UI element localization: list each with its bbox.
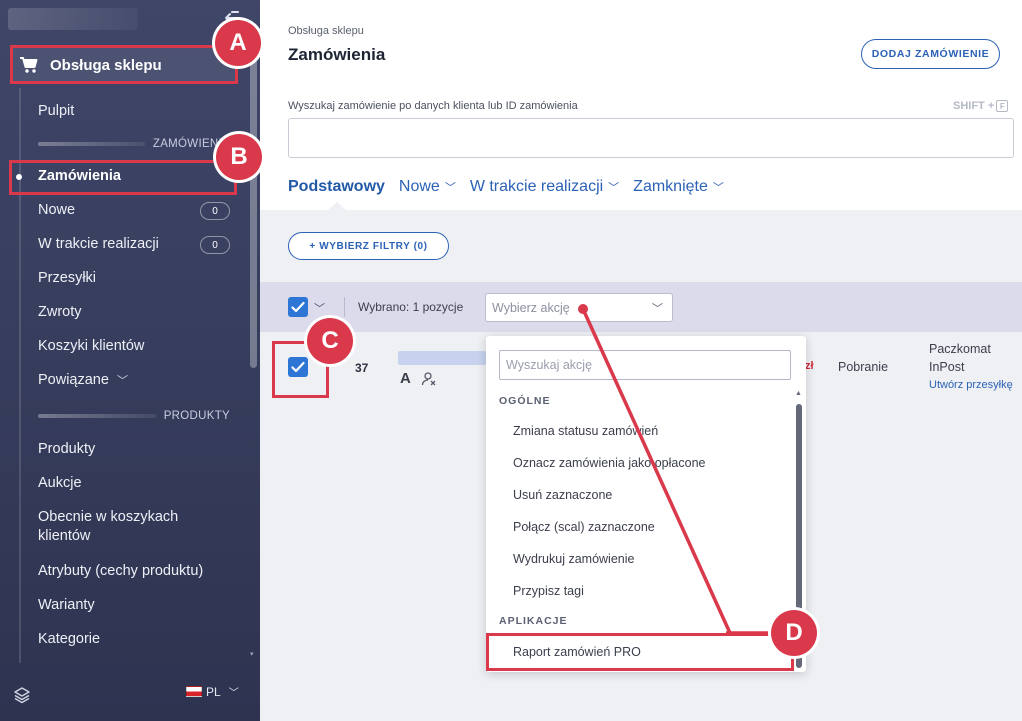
action-dropdown-menu: Wyszukaj akcję ▲ ▼ OGÓLNE Zmiana statusu…: [486, 336, 806, 672]
menu-item-print-order[interactable]: Wydrukuj zamówienie: [513, 552, 634, 566]
order-search-input[interactable]: [288, 118, 1014, 158]
sidebar-item-pulpit[interactable]: Pulpit: [38, 103, 74, 119]
sidebar-item-returns[interactable]: Zwroty: [38, 304, 82, 320]
menu-item-delete-selected[interactable]: Usuń zaznaczone: [513, 488, 612, 502]
order-tabs: Podstawowy Nowe ﹀ W trakcie realizacji ﹀ Z…: [288, 175, 738, 199]
action-select[interactable]: Wybierz akcję ﹀: [485, 293, 673, 322]
group-label-general: OGÓLNE: [499, 395, 551, 407]
chevron-down-icon: ﹀: [444, 182, 456, 194]
chevron-down-icon: ﹀: [116, 375, 128, 387]
search-label: Wyszukaj zamówienie po danych klienta lu…: [288, 100, 578, 112]
annotation-marker-d: D: [771, 610, 817, 656]
row-checkbox[interactable]: [288, 357, 308, 377]
active-tab-pointer: [328, 202, 346, 210]
annotation-marker-a: A: [215, 20, 261, 66]
selected-count: Wybrano: 1 pozycje: [358, 300, 464, 314]
sidebar-item-shop-service[interactable]: Obsługa sklepu: [10, 46, 238, 84]
sidebar-item-attributes[interactable]: Atrybuty (cechy produktu): [38, 563, 203, 579]
breadcrumb[interactable]: Obsługa sklepu: [288, 25, 364, 37]
main-content: Obsługa sklepu Zamówienia DODAJ ZAMÓWIEN…: [260, 0, 1022, 721]
sidebar-item-current-carts[interactable]: Obecnie w koszykach klientów: [38, 509, 178, 544]
divider: [344, 297, 345, 317]
chevron-down-icon: ﹀: [608, 182, 620, 194]
action-search-input[interactable]: Wyszukaj akcję: [499, 350, 791, 380]
sidebar-section-orders: ZAMÓWIENIA: [38, 137, 230, 151]
bulk-actions-bar: ﹀ Wybrano: 1 pozycje Wybierz akcję ﹀: [260, 282, 1022, 332]
sidebar-item-variants[interactable]: Warianty: [38, 597, 95, 613]
sidebar-item-in-progress[interactable]: W trakcie realizacji: [38, 236, 159, 252]
menu-item-merge-selected[interactable]: Połącz (scal) zaznaczone: [513, 520, 655, 534]
poland-flag-icon: [186, 686, 202, 697]
annotation-marker-c: C: [307, 318, 353, 364]
layers-icon[interactable]: [13, 686, 31, 704]
store-logo-blurred: [8, 8, 138, 30]
active-dot: [16, 174, 22, 180]
sidebar: Obsługa sklepu ▾ Pulpit ZAMÓWIENIA Zamów…: [0, 0, 260, 721]
sidebar-item-categories[interactable]: Kategorie: [38, 631, 100, 647]
annotation-marker-b: B: [216, 134, 262, 180]
menu-item-assign-tags[interactable]: Przypisz tagi: [513, 584, 584, 598]
sidebar-item-orders[interactable]: Zamówienia: [38, 168, 121, 184]
tab-closed[interactable]: Zamknięte ﹀: [633, 178, 724, 196]
order-number[interactable]: 37: [355, 361, 368, 375]
sidebar-section-products: PRODUKTY: [38, 409, 230, 423]
payment-method: Pobranie: [838, 360, 889, 374]
page-title: Zamówienia: [288, 45, 386, 64]
search-shortcut-hint: SHIFT + F: [953, 100, 1009, 112]
scroll-down-arrow-icon[interactable]: ▼: [795, 656, 802, 663]
sidebar-item-carts[interactable]: Koszyki klientów: [38, 338, 144, 354]
checkmark-icon: [291, 301, 305, 313]
scroll-down-arrow-icon[interactable]: ▾: [250, 650, 257, 658]
scroll-up-arrow-icon[interactable]: ▲: [795, 390, 802, 397]
select-options-chevron-icon[interactable]: ﹀: [314, 300, 325, 316]
sidebar-item-shipments[interactable]: Przesyłki: [38, 270, 96, 286]
tab-new[interactable]: Nowe ﹀: [399, 178, 456, 196]
chevron-down-icon: ﹀: [228, 688, 239, 699]
sidebar-item-related[interactable]: Powiązane ﹀: [38, 372, 128, 388]
tab-basic[interactable]: Podstawowy: [288, 178, 385, 196]
cart-icon: [18, 55, 40, 75]
customer-name-blurred: [398, 351, 486, 365]
tab-in-progress[interactable]: W trakcie realizacji ﹀: [470, 178, 619, 196]
order-source-badge: A: [400, 370, 411, 387]
menu-item-mark-paid[interactable]: Oznacz zamówienia jako opłacone: [513, 456, 705, 470]
shipping-carrier: InPost: [929, 360, 965, 374]
chevron-down-icon: ﹀: [652, 303, 663, 315]
menu-item-orders-report-pro[interactable]: Raport zamówień PRO: [513, 645, 641, 659]
keyboard-key-icon: F: [996, 100, 1009, 112]
order-price: zł: [805, 360, 814, 372]
in-progress-count-badge: 0: [200, 236, 230, 254]
checkmark-icon: [291, 361, 305, 373]
sidebar-scrollbar[interactable]: [250, 40, 257, 368]
guest-user-icon: [421, 371, 437, 387]
sidebar-item-new[interactable]: Nowe: [38, 202, 75, 218]
select-all-checkbox[interactable]: [288, 297, 308, 317]
sidebar-footer: PL ﹀: [0, 672, 260, 721]
shipping-method: Paczkomat: [929, 342, 991, 356]
sidebar-item-auctions[interactable]: Aukcje: [38, 475, 82, 491]
sidebar-item-products[interactable]: Produkty: [38, 441, 95, 457]
header-panel: Obsługa sklepu Zamówienia DODAJ ZAMÓWIEN…: [260, 0, 1022, 210]
chevron-down-icon: ﹀: [712, 182, 724, 194]
new-count-badge: 0: [200, 202, 230, 220]
group-label-apps: APLIKACJE: [499, 615, 568, 627]
create-shipment-link[interactable]: Utwórz przesyłkę: [929, 379, 1013, 391]
choose-filters-button[interactable]: + WYBIERZ FILTRY (0): [288, 232, 449, 260]
add-order-button[interactable]: DODAJ ZAMÓWIENIE: [861, 39, 1000, 69]
language-selector[interactable]: PL ﹀: [186, 684, 239, 699]
menu-item-change-status[interactable]: Zmiana statusu zamówień: [513, 424, 658, 438]
sidebar-shop-label: Obsługa sklepu: [50, 56, 162, 74]
